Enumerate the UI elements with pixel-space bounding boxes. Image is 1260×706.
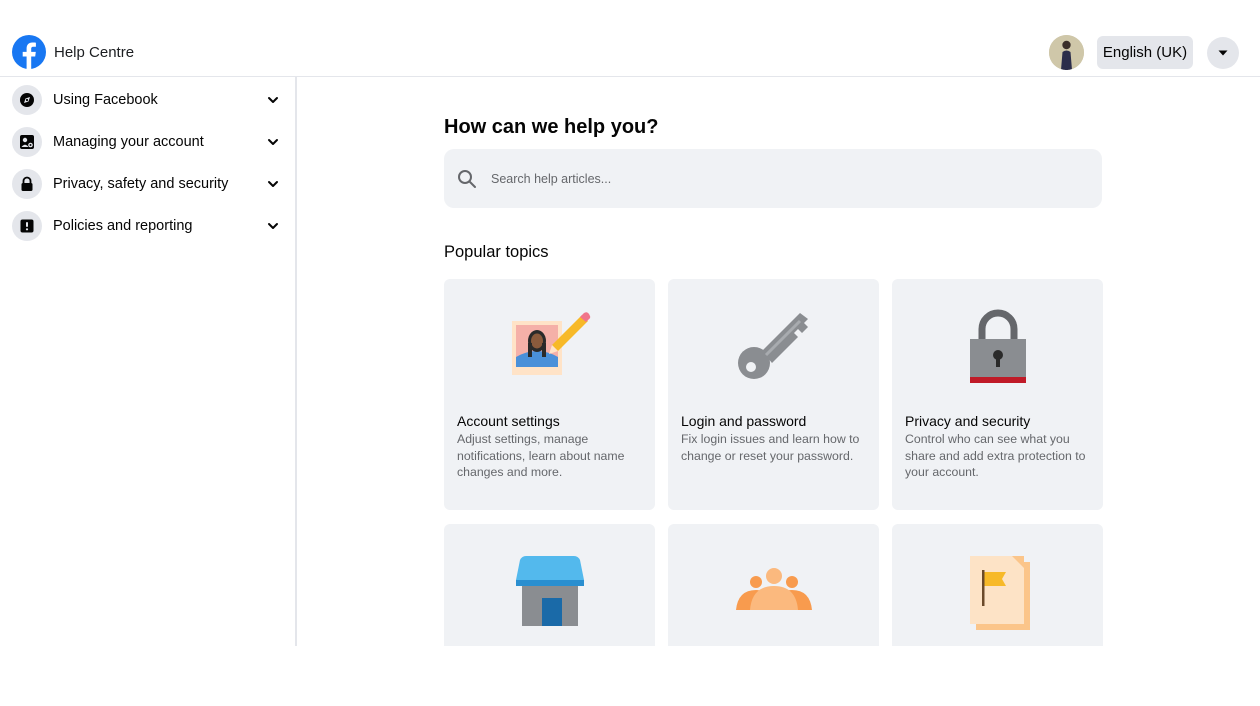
- flag-document-icon: [969, 556, 1030, 630]
- topic-card-policies[interactable]: [892, 524, 1103, 646]
- brand[interactable]: Help Centre: [12, 35, 134, 69]
- sidebar-item-label: Using Facebook: [53, 92, 158, 108]
- facebook-logo-icon[interactable]: [12, 35, 46, 69]
- avatar[interactable]: [1049, 35, 1084, 70]
- compass-icon: [12, 85, 42, 115]
- topic-card-login-password[interactable]: Login and password Fix login issues and …: [668, 279, 879, 510]
- header: Help Centre English (UK): [0, 0, 1260, 77]
- sidebar: Using Facebook Managing your account Pri…: [0, 77, 297, 646]
- topic-title: Login and password: [681, 413, 807, 429]
- caret-down-icon: [1218, 50, 1228, 56]
- search-input[interactable]: [491, 171, 1051, 186]
- topic-title: Privacy and security: [905, 413, 1031, 429]
- help-heading: How can we help you?: [444, 116, 659, 138]
- topic-card-marketplace[interactable]: [444, 524, 655, 646]
- account-menu-button[interactable]: [1207, 37, 1239, 69]
- chevron-down-icon[interactable]: [267, 220, 279, 232]
- topic-title: Account settings: [457, 413, 560, 429]
- key-icon: [737, 313, 808, 379]
- lock-icon: [12, 169, 42, 199]
- sidebar-item-using-facebook[interactable]: Using Facebook: [12, 83, 284, 117]
- sidebar-item-label: Managing your account: [53, 134, 204, 150]
- chevron-down-icon[interactable]: [267, 178, 279, 190]
- topic-card-account-settings[interactable]: Account settings Adjust settings, manage…: [444, 279, 655, 510]
- search-bar[interactable]: [444, 149, 1102, 208]
- chevron-down-icon[interactable]: [267, 136, 279, 148]
- chevron-down-icon[interactable]: [267, 94, 279, 106]
- storefront-icon: [515, 556, 584, 626]
- topic-description: Control who can see what you share and a…: [905, 432, 1086, 479]
- alert-icon: [12, 211, 42, 241]
- sidebar-item-managing-account[interactable]: Managing your account: [12, 125, 284, 159]
- sidebar-item-policies-reporting[interactable]: Policies and reporting: [12, 209, 284, 243]
- search-icon: [458, 169, 476, 188]
- topic-card-groups[interactable]: [668, 524, 879, 646]
- group-icon: [735, 568, 812, 610]
- topic-card-privacy-security[interactable]: Privacy and security Control who can see…: [892, 279, 1103, 510]
- padlock-icon: [969, 309, 1026, 383]
- topic-description: Fix login issues and learn how to change…: [681, 432, 860, 463]
- language-selector-button[interactable]: English (UK): [1097, 36, 1193, 69]
- photo-pencil-icon: [511, 312, 590, 375]
- page-title: Help Centre: [54, 43, 135, 61]
- user-photo-icon: [1049, 35, 1084, 70]
- account-card-icon: [12, 127, 42, 157]
- sidebar-item-label: Policies and reporting: [53, 218, 193, 234]
- sidebar-item-privacy-safety[interactable]: Privacy, safety and security: [12, 167, 284, 201]
- popular-topics-heading: Popular topics: [444, 243, 549, 261]
- topic-description: Adjust settings, manage notifications, l…: [457, 432, 625, 479]
- sidebar-item-label: Privacy, safety and security: [53, 176, 229, 192]
